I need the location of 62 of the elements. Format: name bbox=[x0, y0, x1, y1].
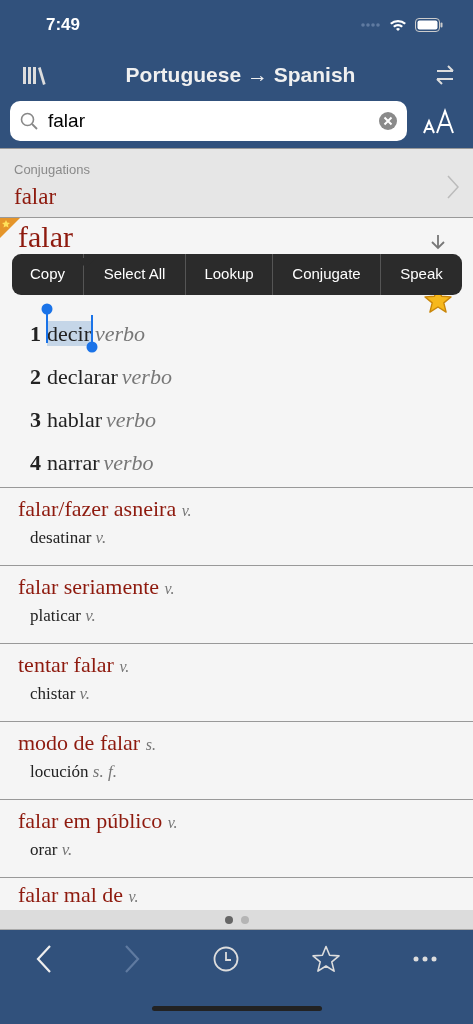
result-term[interactable]: tentar falar bbox=[18, 652, 114, 677]
sense-word[interactable]: decir bbox=[47, 321, 91, 346]
part-of-speech: v. bbox=[164, 580, 175, 597]
download-icon[interactable] bbox=[431, 234, 445, 250]
result-term[interactable]: falar seriamente bbox=[18, 574, 160, 599]
result-term[interactable]: modo de falar bbox=[18, 730, 141, 755]
wifi-icon bbox=[389, 18, 407, 32]
dictionary-title: Portuguese → Spanish bbox=[125, 62, 356, 89]
menu-item[interactable]: Conjugate bbox=[273, 254, 381, 295]
search-input[interactable]: falar bbox=[46, 105, 371, 137]
clear-icon[interactable] bbox=[379, 112, 397, 130]
search-icon bbox=[20, 112, 38, 130]
page-dot[interactable] bbox=[224, 915, 233, 924]
translation: locución bbox=[30, 762, 89, 782]
cellular-signal-icon bbox=[361, 23, 381, 27]
result-term[interactable]: falar/fazer asneira bbox=[18, 496, 177, 521]
search-field[interactable]: falar bbox=[10, 101, 407, 141]
part-of-speech: s. f. bbox=[92, 762, 117, 782]
menu-item[interactable]: Select All bbox=[84, 254, 186, 295]
translation: platicar bbox=[30, 606, 81, 626]
part-of-speech: verbo bbox=[121, 363, 172, 391]
more-icon[interactable] bbox=[412, 956, 437, 962]
sense-number: 4 bbox=[30, 449, 41, 477]
menu-item[interactable]: Speak bbox=[381, 254, 462, 295]
library-icon[interactable] bbox=[22, 65, 46, 85]
part-of-speech: v. bbox=[85, 606, 96, 626]
part-of-speech: verbo bbox=[105, 406, 157, 434]
section-label: Conjugations bbox=[14, 161, 90, 179]
menu-item[interactable]: Copy bbox=[12, 254, 84, 295]
swap-direction-icon[interactable] bbox=[435, 64, 455, 86]
back-button[interactable] bbox=[36, 945, 53, 973]
part-of-speech: v. bbox=[167, 814, 178, 831]
sense-word[interactable]: hablar bbox=[47, 407, 102, 432]
result-term[interactable]: falar em público bbox=[18, 808, 163, 833]
sense-number: 1 bbox=[30, 320, 41, 348]
favorites-icon[interactable] bbox=[310, 945, 341, 973]
part-of-speech: v. bbox=[128, 888, 139, 905]
sense-word[interactable]: narrar bbox=[47, 450, 100, 475]
sense-word[interactable]: declarar bbox=[47, 364, 118, 389]
part-of-speech: verbo bbox=[103, 449, 154, 477]
conjugation-word: falar bbox=[14, 182, 58, 211]
result-term[interactable]: falar mal de bbox=[18, 882, 124, 907]
conjugations-row[interactable]: Conjugations falar bbox=[0, 148, 473, 218]
part-of-speech: v. bbox=[181, 502, 192, 519]
part-of-speech: v. bbox=[79, 684, 91, 704]
translation: orar bbox=[30, 840, 58, 860]
part-of-speech: s. bbox=[145, 736, 156, 753]
part-of-speech: v. bbox=[95, 528, 107, 548]
page-dot[interactable] bbox=[240, 915, 249, 924]
menu-item[interactable]: Lookup bbox=[186, 254, 273, 295]
sense-number: 2 bbox=[30, 363, 41, 391]
battery-icon bbox=[415, 18, 443, 32]
part-of-speech: verbo bbox=[94, 320, 146, 348]
status-time: 7:49 bbox=[46, 14, 81, 37]
translation: chistar bbox=[30, 684, 76, 704]
chevron-right-icon bbox=[447, 175, 459, 199]
part-of-speech: v. bbox=[119, 658, 130, 675]
sense-number: 3 bbox=[30, 406, 41, 434]
part-of-speech: v. bbox=[61, 840, 73, 860]
history-icon[interactable] bbox=[212, 946, 239, 972]
headword: falar bbox=[18, 221, 73, 253]
translation: desatinar bbox=[30, 528, 92, 548]
